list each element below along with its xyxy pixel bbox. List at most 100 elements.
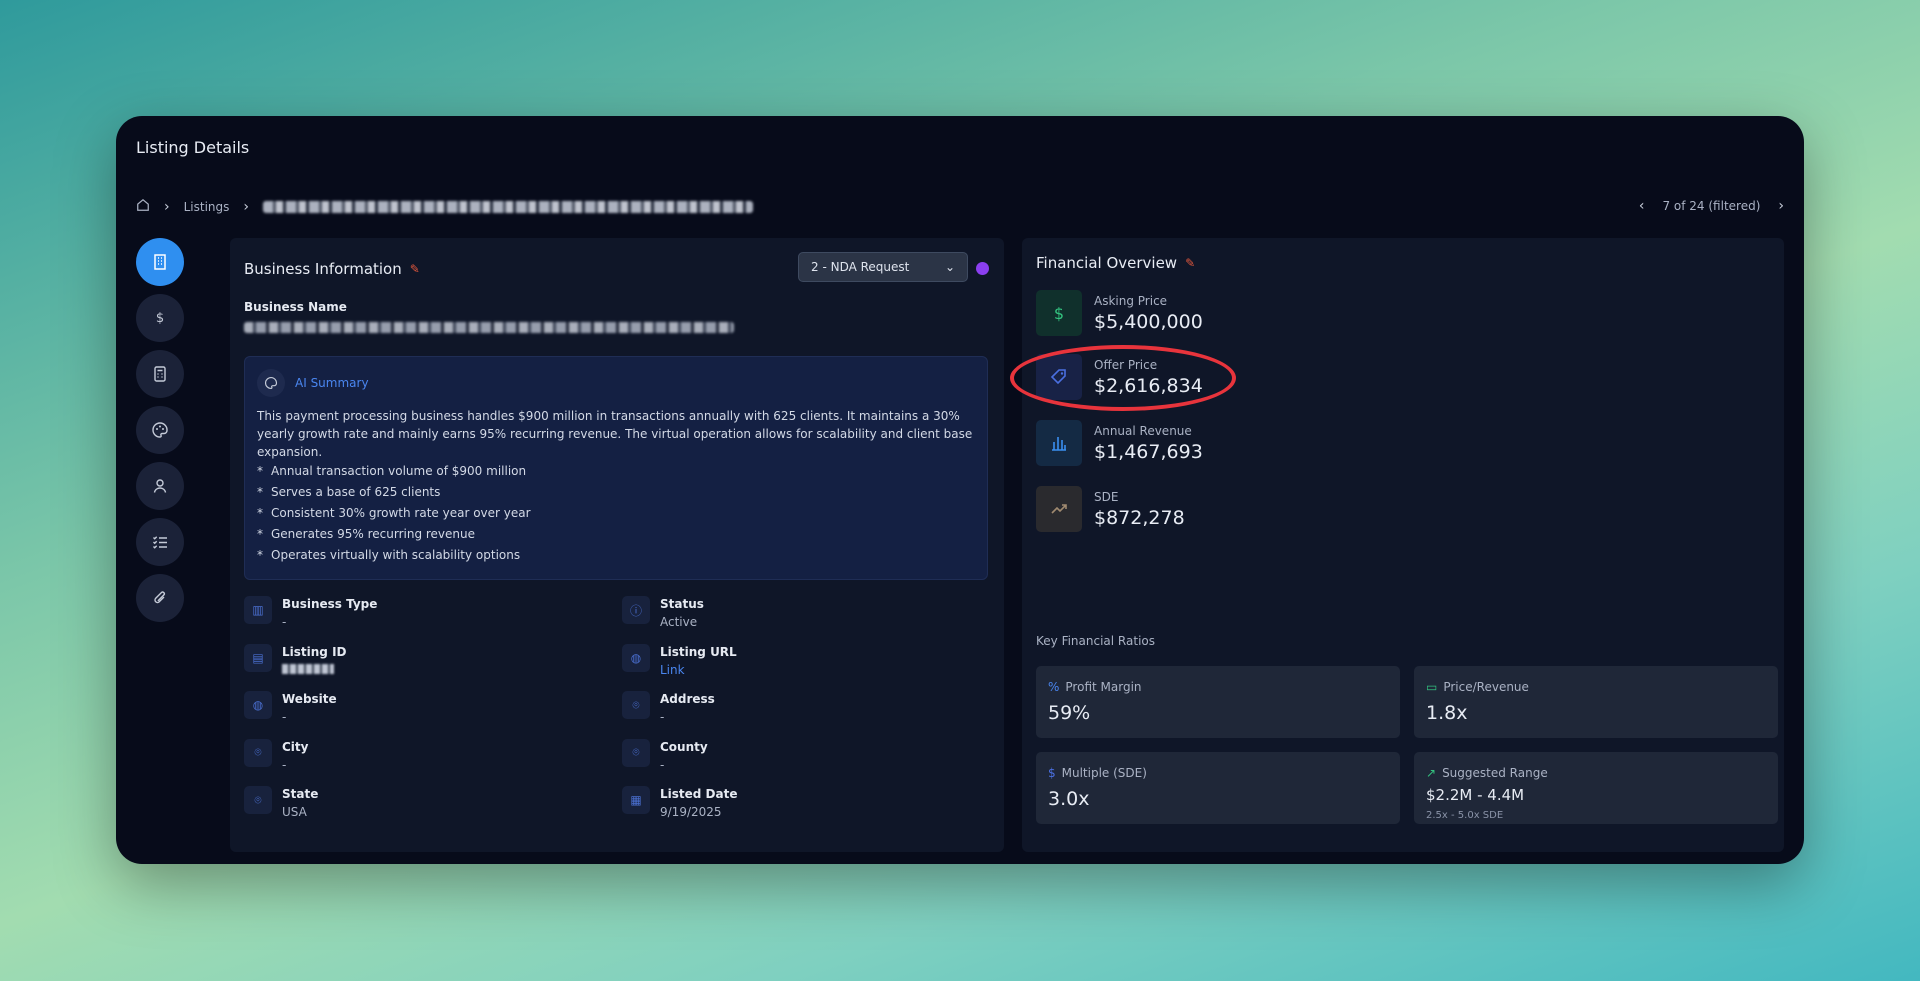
- field-label: County: [660, 739, 708, 754]
- panel-title-text: Financial Overview: [1036, 254, 1178, 272]
- rail-contact-button[interactable]: [136, 462, 184, 510]
- fin-label: SDE: [1094, 489, 1119, 504]
- bar-chart-icon: [1036, 420, 1082, 466]
- annual-revenue-item: Annual Revenue $1,467,693: [1036, 420, 1203, 466]
- edit-icon[interactable]: ✎: [1185, 256, 1195, 270]
- business-fields: ▥ Business Type - ⓘ Status Active ▤ Listin…: [244, 596, 988, 834]
- building-icon: [154, 254, 166, 270]
- calendar-icon: ▦: [622, 786, 650, 814]
- map-pin-icon: ⌾: [622, 738, 650, 767]
- breadcrumb: › Listings ›: [136, 198, 754, 215]
- rail-calculator-button[interactable]: [136, 350, 184, 398]
- field-label: Listed Date: [660, 787, 738, 801]
- card-icon: ▭: [1426, 680, 1438, 694]
- field-listing-id: ▤ Listing ID: [244, 643, 622, 692]
- field-county: ⌾ County -: [622, 738, 988, 787]
- field-website: ◍ Website -: [244, 691, 622, 739]
- listing-id-redacted: [282, 663, 347, 677]
- chevron-down-icon: ⌄: [944, 260, 955, 274]
- business-information-title: Business Information ✎: [244, 260, 420, 278]
- ai-summary-box: AI Summary This payment processing busin…: [244, 356, 988, 580]
- field-city: ⌾ City -: [244, 738, 622, 787]
- field-label: State: [282, 787, 319, 801]
- section-rail: $: [136, 238, 186, 622]
- rail-business-button[interactable]: [136, 238, 184, 286]
- field-state: ⌾ State USA: [244, 786, 622, 834]
- field-value: -: [282, 757, 287, 772]
- dollar-icon: $: [1048, 766, 1056, 780]
- status-dot: [976, 262, 989, 275]
- globe-icon: ◍: [622, 643, 650, 672]
- chevron-left-icon[interactable]: ‹: [1639, 198, 1645, 214]
- rail-checklist-button[interactable]: [136, 518, 184, 566]
- document-icon: ▤: [244, 643, 272, 672]
- rail-financial-button[interactable]: $: [136, 294, 184, 342]
- info-icon: ⓘ: [622, 596, 650, 624]
- palette-icon: [257, 369, 285, 397]
- globe-icon: ◍: [244, 691, 272, 719]
- map-pin-icon: ⌾: [244, 786, 272, 814]
- field-value: USA: [282, 805, 307, 819]
- chevron-right-icon[interactable]: ›: [1778, 198, 1784, 214]
- breadcrumb-listings[interactable]: Listings: [184, 200, 230, 214]
- field-label: Business Type: [282, 597, 378, 611]
- chevron-right-icon: ›: [243, 198, 250, 215]
- trending-up-icon: ↗: [1426, 766, 1437, 780]
- list-item: Serves a base of 625 clients: [257, 482, 531, 503]
- field-business-type: ▥ Business Type -: [244, 596, 622, 644]
- field-listed-date: ▦ Listed Date 9/19/2025: [622, 786, 988, 834]
- business-name-redacted: [244, 322, 734, 333]
- calculator-icon: [154, 366, 166, 382]
- listing-window: Listing Details › Listings › ‹ 7 of 24 (…: [116, 116, 1804, 864]
- field-label: Address: [660, 692, 715, 706]
- trending-up-icon: [1036, 486, 1082, 532]
- field-value: -: [282, 615, 287, 629]
- ratio-multiple-sde: $ Multiple (SDE) 3.0x: [1036, 752, 1400, 824]
- ratio-value: 3.0x: [1048, 788, 1090, 810]
- chevron-right-icon: ›: [164, 198, 170, 215]
- field-value: 9/19/2025: [660, 805, 722, 819]
- list-item: Operates virtually with scalability opti…: [257, 545, 531, 566]
- ratio-profit-margin: % Profit Margin 59%: [1036, 666, 1400, 738]
- fin-value: $5,400,000: [1094, 310, 1203, 333]
- rail-palette-button[interactable]: [136, 406, 184, 454]
- fin-value: $1,467,693: [1094, 440, 1203, 463]
- financial-overview-title: Financial Overview ✎: [1036, 254, 1195, 272]
- field-value: -: [660, 757, 665, 772]
- ai-summary-label: AI Summary: [295, 376, 369, 390]
- field-label: Website: [282, 692, 337, 706]
- paperclip-icon: [154, 591, 166, 604]
- field-label: Listing URL: [660, 644, 737, 659]
- window-title: Listing Details: [136, 138, 250, 157]
- ratio-value: 1.8x: [1426, 702, 1468, 724]
- field-label: Listing ID: [282, 644, 347, 659]
- sde-item: SDE $872,278: [1036, 486, 1185, 532]
- list-item: Generates 95% recurring revenue: [257, 524, 531, 545]
- ai-summary-bullets: Annual transaction volume of $900 millio…: [257, 461, 531, 566]
- palette-icon: [152, 422, 168, 438]
- annotation-circle: [1010, 345, 1236, 411]
- field-label: Status: [660, 597, 704, 611]
- stage-select[interactable]: 2 - NDA Request ⌄: [798, 252, 968, 282]
- ai-summary-text: This payment processing business handles…: [257, 409, 973, 459]
- ratio-value: 59%: [1048, 702, 1091, 724]
- dollar-icon: $: [1036, 290, 1082, 336]
- listing-url-link[interactable]: Link: [660, 663, 737, 677]
- list-item: Annual transaction volume of $900 millio…: [257, 461, 531, 482]
- home-icon[interactable]: [136, 198, 150, 215]
- rail-attachments-button[interactable]: [136, 574, 184, 622]
- edit-icon[interactable]: ✎: [410, 262, 420, 276]
- asking-price-item: $ Asking Price $5,400,000: [1036, 290, 1203, 336]
- ratio-price-revenue: ▭ Price/Revenue 1.8x: [1414, 666, 1778, 738]
- ai-summary-header: AI Summary: [257, 369, 369, 397]
- dollar-icon: $: [155, 310, 165, 326]
- field-value: -: [660, 710, 665, 724]
- business-name-label: Business Name: [244, 300, 347, 314]
- building-icon: ▥: [244, 596, 272, 624]
- ratio-label: Price/Revenue: [1443, 680, 1529, 694]
- field-status: ⓘ Status Active: [622, 596, 988, 644]
- pager-text: 7 of 24 (filtered): [1662, 199, 1761, 213]
- financial-overview-panel: Financial Overview ✎ $ Asking Price $5,40…: [1022, 238, 1784, 852]
- business-information-panel: Business Information ✎ 2 - NDA Request ⌄…: [230, 238, 1004, 852]
- ratio-label: Suggested Range: [1442, 766, 1548, 780]
